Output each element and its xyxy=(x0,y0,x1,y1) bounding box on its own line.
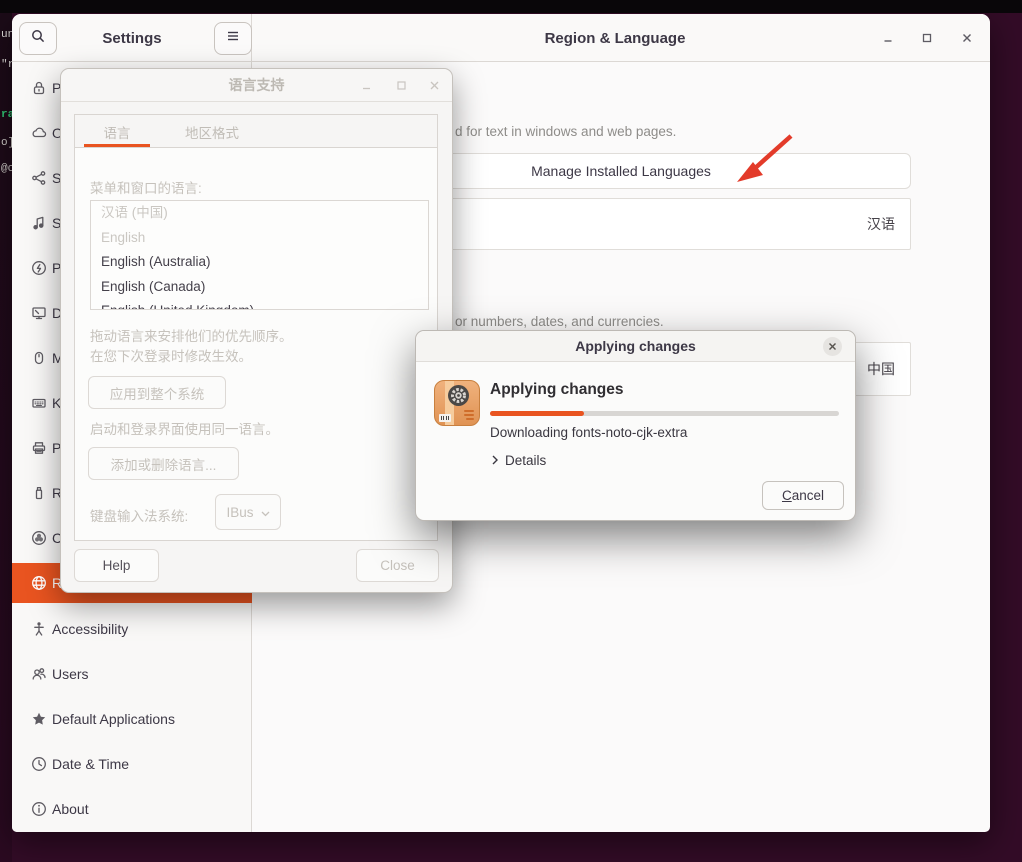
terminal-text-fragment: "r xyxy=(1,59,12,71)
sidebar-item-date-time[interactable]: Date & Time xyxy=(12,744,252,784)
menu-language-label: 菜单和窗口的语言: xyxy=(90,177,202,197)
tab-regional-formats[interactable]: 地区格式 xyxy=(167,115,257,148)
red-annotation-arrow xyxy=(725,128,803,190)
maximize-button[interactable] xyxy=(918,29,936,47)
removable-media-icon xyxy=(28,482,50,504)
drag-hint-line2: 在您下次登录时修改生效。 xyxy=(90,345,252,365)
formats-section-hint: or numbers, dates, and currencies. xyxy=(455,314,664,329)
online-accounts-icon xyxy=(28,122,50,144)
language-list-item[interactable]: 汉语 (中国) xyxy=(91,201,428,226)
desktop-top-bar xyxy=(0,0,1022,13)
terminal-text-fragment: @c xyxy=(1,163,12,175)
language-list-item[interactable]: English xyxy=(91,226,428,251)
gear-icon xyxy=(448,385,469,406)
dialog-title: Applying changes xyxy=(575,338,696,354)
power-icon xyxy=(28,257,50,279)
privacy-icon xyxy=(28,77,50,99)
minimize-button[interactable] xyxy=(879,29,897,47)
install-remove-languages-button[interactable]: 添加或删除语言... xyxy=(88,447,239,480)
maximize-icon[interactable] xyxy=(393,77,410,94)
dialog-title: 语言支持 xyxy=(229,75,285,95)
sidebar-item-label: About xyxy=(52,801,89,817)
sidebar-item-label: Date & Time xyxy=(52,756,129,772)
chevron-down-icon xyxy=(261,505,270,520)
ime-system-label: 键盘输入法系统: xyxy=(90,505,188,525)
language-row-value: 汉语 xyxy=(867,214,895,234)
accessibility-icon xyxy=(28,618,50,640)
terminal-window-edge: un "r ra o] @c xyxy=(0,13,12,862)
displays-icon xyxy=(28,302,50,324)
notebook: 语言 地区格式 菜单和窗口的语言: 汉语 (中国)EnglishEnglish … xyxy=(74,114,438,541)
sidebar-item-accessibility[interactable]: Accessibility xyxy=(12,609,252,649)
progress-bar xyxy=(490,411,839,416)
minimize-icon[interactable] xyxy=(358,77,375,94)
sharing-icon xyxy=(28,167,50,189)
sidebar-item-label: Accessibility xyxy=(52,621,128,637)
applying-changes-dialog: Applying changes Applying changes Downlo… xyxy=(415,330,856,521)
progress-bar-fill xyxy=(490,411,584,416)
keyboard-icon xyxy=(28,392,50,414)
page-title: Region & Language xyxy=(252,14,978,62)
language-list-item[interactable]: English (Australia) xyxy=(91,250,428,275)
language-section-hint: d for text in windows and web pages. xyxy=(455,124,676,139)
cancel-button[interactable]: Cancel xyxy=(762,481,844,510)
headerbar: Settings Region & Language xyxy=(12,14,990,62)
about-icon xyxy=(28,798,50,820)
close-button[interactable] xyxy=(958,29,976,47)
ime-dropdown[interactable]: IBus xyxy=(215,494,281,530)
language-list-item[interactable]: English (United Kingdom) xyxy=(91,299,428,310)
close-icon[interactable] xyxy=(426,77,443,94)
active-tab-indicator xyxy=(84,144,150,147)
terminal-text-fragment: ra xyxy=(1,109,12,121)
formats-row-value: 中国 xyxy=(867,359,895,379)
sidebar-item-label: Users xyxy=(52,666,89,682)
language-support-dialog: 语言支持 语言 地区格式 菜单和窗口的语言: 汉语 (中国)EnglishEng… xyxy=(60,68,453,593)
chevron-right-icon xyxy=(492,453,498,468)
close-icon[interactable] xyxy=(823,337,842,356)
apply-system-wide-button[interactable]: 应用到整个系统 xyxy=(88,376,226,409)
sidebar-item-label: Default Applications xyxy=(52,711,175,727)
printers-icon xyxy=(28,437,50,459)
dialog-titlebar: Applying changes xyxy=(416,331,855,362)
sidebar-item-about[interactable]: About xyxy=(12,789,252,829)
date-time-icon xyxy=(28,753,50,775)
language-list-item[interactable]: English (Canada) xyxy=(91,275,428,300)
sidebar-item-default-applications[interactable]: Default Applications xyxy=(12,699,252,739)
apply-hint: 启动和登录界面使用同一语言。 xyxy=(90,418,279,438)
apply-heading: Applying changes xyxy=(490,381,624,399)
sidebar-item-users[interactable]: Users xyxy=(12,654,252,694)
tab-strip: 语言 地区格式 xyxy=(75,115,437,148)
default-applications-icon xyxy=(28,708,50,730)
barcode-label xyxy=(439,414,451,422)
details-expander[interactable]: Details xyxy=(492,453,546,468)
drag-hint-line1: 拖动语言来安排他们的优先顺序。 xyxy=(90,325,293,345)
color-icon xyxy=(28,527,50,549)
headerbar-left-pane: Settings xyxy=(12,14,252,62)
terminal-text-fragment: o] xyxy=(1,137,12,149)
language-priority-list[interactable]: 汉语 (中国)EnglishEnglish (Australia)English… xyxy=(90,200,429,310)
download-status-text: Downloading fonts-noto-cjk-extra xyxy=(490,425,687,440)
terminal-text-fragment: un xyxy=(1,29,12,41)
menu-button[interactable] xyxy=(214,22,252,55)
close-button-dialog[interactable]: Close xyxy=(356,549,439,582)
region-language-icon xyxy=(28,572,50,594)
sound-icon xyxy=(28,212,50,234)
package-manager-icon xyxy=(434,380,480,426)
mouse-icon xyxy=(28,347,50,369)
help-button[interactable]: Help xyxy=(74,549,159,582)
hamburger-icon xyxy=(225,29,241,48)
users-icon xyxy=(28,663,50,685)
